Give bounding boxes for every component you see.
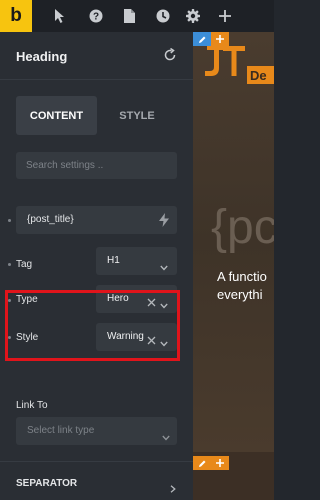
link-type-select[interactable]: Select link type bbox=[16, 417, 177, 445]
field-indicator-dot bbox=[8, 219, 11, 222]
help-icon[interactable]: ? bbox=[88, 8, 104, 24]
chevron-down-icon bbox=[160, 258, 168, 271]
panel-header: Heading bbox=[0, 32, 193, 80]
add-element-icon[interactable] bbox=[211, 456, 229, 470]
canvas-body-line: everythi bbox=[217, 287, 263, 302]
chevron-right-icon bbox=[170, 480, 176, 493]
section-edit-badge[interactable] bbox=[193, 456, 229, 470]
settings-icon[interactable] bbox=[185, 8, 201, 24]
top-toolbar: b ? bbox=[0, 0, 274, 32]
cursor-icon[interactable] bbox=[52, 8, 68, 24]
separator-group-label: SEPARATOR bbox=[16, 478, 78, 489]
canvas-preview[interactable]: De {pc A functio everythi bbox=[193, 32, 274, 500]
link-to-label: Link To bbox=[16, 400, 48, 411]
canvas-body-line: A functio bbox=[217, 269, 267, 284]
brand-logo: De bbox=[205, 46, 274, 84]
tab-content[interactable]: CONTENT bbox=[16, 96, 97, 135]
chevron-down-icon bbox=[162, 428, 170, 441]
separator-group-toggle[interactable]: SEPARATOR bbox=[0, 461, 193, 500]
svg-text:?: ? bbox=[93, 12, 99, 23]
settings-panel: Heading CONTENT STYLE {post_title} Tag H… bbox=[0, 32, 193, 500]
tab-style[interactable]: STYLE bbox=[97, 96, 177, 135]
dynamic-data-icon[interactable] bbox=[159, 213, 169, 227]
brand-suffix-text: De bbox=[250, 68, 267, 83]
pencil-icon[interactable] bbox=[193, 456, 211, 470]
page-icon[interactable] bbox=[121, 8, 137, 24]
heading-text-value: {post_title} bbox=[27, 214, 74, 225]
refresh-icon[interactable] bbox=[163, 47, 177, 62]
canvas-heading-text[interactable]: {pc bbox=[211, 200, 274, 255]
search-settings-input[interactable] bbox=[16, 152, 177, 179]
builder-app: b ? Heading CONTENT STYLE Search setting… bbox=[0, 0, 274, 500]
panel-title: Heading bbox=[16, 49, 68, 64]
add-icon[interactable] bbox=[217, 8, 233, 24]
history-icon[interactable] bbox=[155, 8, 171, 24]
field-indicator-dot bbox=[8, 263, 11, 266]
tag-select[interactable]: H1 bbox=[96, 247, 177, 275]
link-type-placeholder: Select link type bbox=[27, 425, 95, 436]
highlight-annotation-box bbox=[5, 290, 180, 361]
heading-text-field[interactable]: {post_title} bbox=[16, 206, 177, 234]
builder-logo[interactable]: b bbox=[0, 0, 32, 32]
tag-select-value: H1 bbox=[107, 255, 120, 266]
tag-label: Tag bbox=[16, 259, 33, 270]
